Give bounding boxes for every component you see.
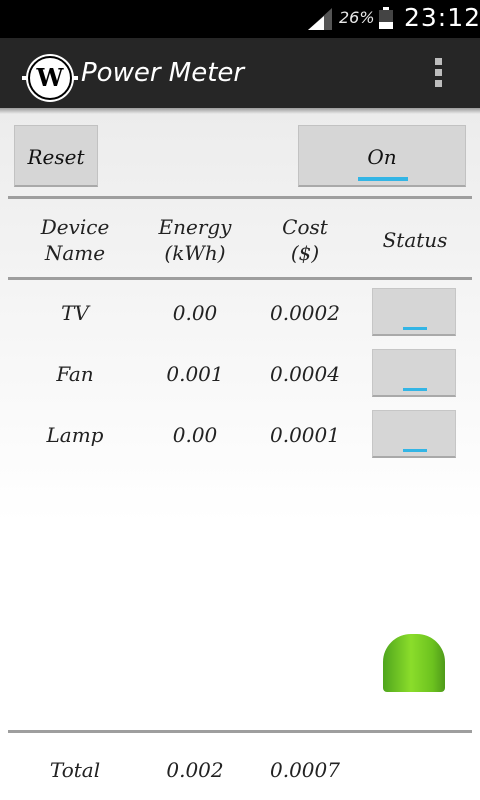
total-cost: 0.0007 (270, 758, 340, 782)
status-indicator (403, 449, 427, 452)
header-device: Device Name (40, 215, 110, 265)
toggle-indicator (358, 177, 408, 181)
row-tv-status-button[interactable] (372, 288, 456, 336)
row-fan-energy: 0.001 (166, 362, 224, 386)
battery-percent: 26% (339, 8, 375, 27)
row-lamp-energy: 0.00 (172, 423, 218, 447)
reset-button-label: Reset (27, 145, 85, 169)
header-status: Status (382, 228, 448, 252)
reset-button[interactable]: Reset (14, 125, 98, 187)
logo-letter: W (36, 63, 64, 92)
row-fan-device: Fan (56, 362, 94, 386)
divider-total (8, 730, 472, 733)
row-tv-cost: 0.0002 (270, 301, 340, 325)
overflow-menu-icon[interactable] (428, 58, 448, 92)
status-indicator (403, 388, 427, 391)
row-tv-device: TV (61, 301, 89, 325)
app-title: Power Meter (81, 58, 245, 88)
status-bar: 26% 23:12 (0, 0, 480, 38)
action-bar: W Power Meter (0, 38, 480, 108)
total-status-led (383, 634, 445, 692)
battery-icon (379, 7, 393, 29)
action-bar-shadow (0, 108, 480, 114)
power-toggle-button[interactable]: On (298, 125, 466, 187)
divider-top (8, 196, 472, 199)
app-logo-icon[interactable]: W (22, 56, 78, 100)
total-label: Total (49, 758, 101, 782)
row-tv-energy: 0.00 (172, 301, 218, 325)
power-toggle-label: On (367, 145, 397, 169)
row-lamp-status-button[interactable] (372, 410, 456, 458)
header-energy: Energy (kWh) (158, 215, 232, 265)
main-content: Reset On Device Name Energy (kWh) Cost (… (0, 108, 480, 800)
row-lamp-cost: 0.0001 (270, 423, 340, 447)
row-fan-cost: 0.0004 (270, 362, 340, 386)
signal-icon (308, 8, 332, 30)
status-indicator (403, 327, 427, 330)
row-lamp-device: Lamp (46, 423, 104, 447)
divider-header (8, 277, 472, 280)
total-energy: 0.002 (166, 758, 224, 782)
row-fan-status-button[interactable] (372, 349, 456, 397)
clock: 23:12 (404, 3, 480, 32)
header-cost: Cost ($) (282, 215, 328, 265)
